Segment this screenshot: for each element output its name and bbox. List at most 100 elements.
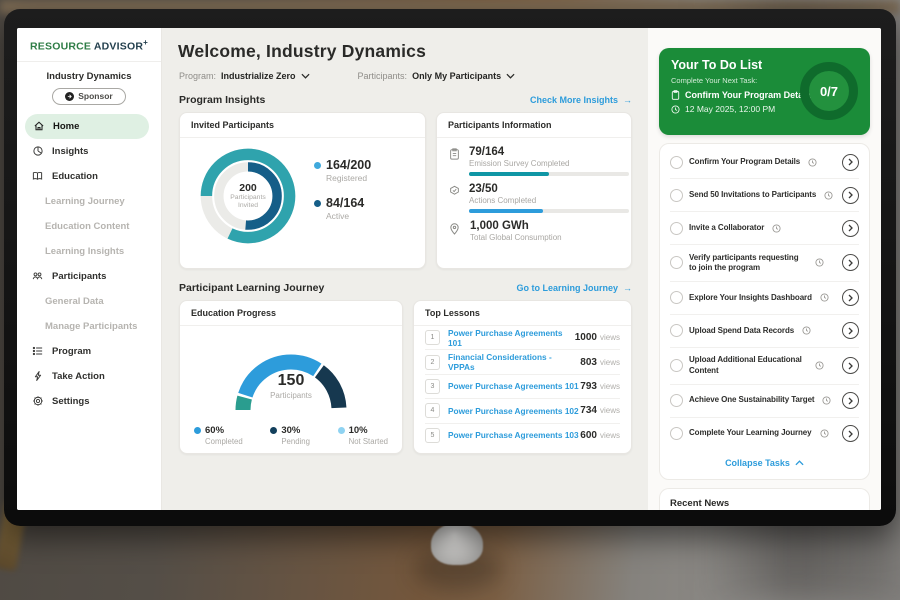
lesson-row: 3 Power Purchase Agreements 101 793 view…	[425, 375, 620, 399]
lesson-row: 1 Power Purchase Agreements 101 1000 vie…	[425, 326, 620, 350]
organization-name: Industry Dynamics	[17, 71, 161, 82]
collapse-tasks-link[interactable]: Collapse Tasks	[670, 450, 859, 477]
lesson-link[interactable]: Power Purchase Agreements 102	[448, 406, 580, 416]
arrow-right-icon: →	[623, 95, 632, 105]
sponsor-icon	[65, 92, 74, 101]
brand-header: RESOURCE ADVISOR+	[17, 28, 161, 62]
legend-dot-active	[314, 200, 321, 207]
lesson-row: 2 Financial Considerations - VPPAs 803 v…	[425, 350, 620, 374]
task-checkbox[interactable]	[670, 427, 683, 440]
page-title: Welcome, Industry Dynamics	[178, 41, 648, 62]
task-row: Explore Your Insights Dashboard	[670, 282, 859, 315]
task-checkbox[interactable]	[670, 156, 683, 169]
lesson-link[interactable]: Power Purchase Agreements 103	[448, 430, 580, 440]
task-row: Upload Spend Data Records	[670, 315, 859, 348]
recent-news-title: Recent News	[670, 498, 859, 510]
task-open-button[interactable]	[842, 220, 859, 237]
task-checkbox[interactable]	[670, 291, 683, 304]
clock-icon	[802, 326, 811, 335]
go-to-learning-journey-link[interactable]: Go to Learning Journey →	[516, 283, 632, 293]
legend-dot-registered	[314, 162, 321, 169]
donut-legend: 164/200 Registered 84/164 Active	[314, 158, 371, 234]
clock-icon	[815, 361, 824, 370]
task-row: Invite a Collaborator	[670, 212, 859, 245]
take-action-icon	[31, 370, 44, 382]
lesson-link[interactable]: Financial Considerations - VPPAs	[448, 352, 580, 372]
survey-icon	[449, 146, 460, 176]
chevron-down-icon	[301, 73, 310, 79]
task-open-button[interactable]	[842, 154, 859, 171]
task-open-button[interactable]	[842, 357, 859, 374]
gauge-center-label: Participants	[216, 391, 366, 400]
sidebar-item-education-content[interactable]: Education Content	[17, 214, 161, 239]
program-filter[interactable]: Program: Industrialize Zero	[179, 71, 310, 81]
task-checkbox[interactable]	[670, 324, 683, 337]
lesson-link[interactable]: Power Purchase Agreements 101	[448, 328, 575, 348]
lesson-row: 4 Power Purchase Agreements 102 734 view…	[425, 399, 620, 423]
sidebar-item-learning-insights[interactable]: Learning Insights	[17, 239, 161, 264]
learning-cards-row: Education Progress 150 Participants 60%	[179, 300, 632, 454]
sidebar-item-insights[interactable]: Insights	[17, 139, 161, 164]
legend-dot-not-started	[338, 427, 345, 434]
task-checkbox[interactable]	[670, 394, 683, 407]
sidebar-item-program[interactable]: Program	[17, 339, 161, 364]
sidebar-item-home[interactable]: Home	[25, 114, 149, 139]
chevron-up-icon	[795, 460, 804, 466]
task-open-button[interactable]	[842, 187, 859, 204]
clock-icon	[808, 158, 817, 167]
program-insights-header: Program Insights Check More Insights →	[179, 94, 632, 106]
task-checkbox[interactable]	[670, 256, 683, 269]
invited-participants-donut-chart: 200 Participants Invited	[196, 144, 300, 248]
clock-icon	[671, 105, 680, 114]
donut-center-value: 200	[239, 182, 257, 194]
education-progress-gauge-chart: 150 Participants	[216, 338, 366, 418]
education-progress-card: Education Progress 150 Participants 60%	[179, 300, 403, 454]
actions-completed-progress	[469, 209, 543, 213]
sidebar-item-take-action[interactable]: Take Action	[17, 364, 161, 389]
task-open-button[interactable]	[842, 289, 859, 306]
task-checkbox[interactable]	[670, 359, 683, 372]
clock-icon	[822, 396, 831, 405]
sidebar-item-general-data[interactable]: General Data	[17, 289, 161, 314]
program-icon	[31, 345, 44, 357]
lesson-link[interactable]: Power Purchase Agreements 101	[448, 381, 580, 391]
arrow-right-icon: →	[623, 283, 632, 293]
sidebar-item-learning-journey[interactable]: Learning Journey	[17, 189, 161, 214]
home-icon	[32, 120, 45, 132]
task-open-button[interactable]	[842, 322, 859, 339]
participants-icon	[31, 270, 44, 282]
task-checkbox[interactable]	[670, 189, 683, 202]
filter-bar: Program: Industrialize Zero Participants…	[179, 71, 648, 81]
sidebar-item-participants[interactable]: Participants	[17, 264, 161, 289]
global-consumption-row: 1,000 GWh Total Global Consumption	[449, 220, 619, 242]
sidebar-item-education[interactable]: Education	[17, 164, 161, 189]
sidebar-item-manage-participants[interactable]: Manage Participants	[17, 314, 161, 339]
task-open-button[interactable]	[842, 425, 859, 442]
next-task-label: Confirm Your Program Details	[685, 90, 813, 100]
participants-filter[interactable]: Participants: Only My Participants	[358, 71, 516, 81]
learning-journey-header: Participant Learning Journey Go to Learn…	[179, 282, 632, 294]
screen: RESOURCE ADVISOR+ Industry Dynamics Spon…	[17, 28, 881, 510]
todo-progress-count: 0/7	[797, 59, 861, 123]
todo-column: Your To Do List Complete Your Next Task:…	[648, 28, 881, 510]
insights-icon	[31, 145, 44, 157]
actions-icon	[449, 183, 460, 213]
chevron-down-icon	[506, 73, 515, 79]
education-icon	[31, 170, 44, 182]
emission-survey-progress	[469, 172, 549, 176]
task-row: Achieve One Sustainability Target	[670, 385, 859, 418]
gauge-center-value: 150	[216, 372, 366, 390]
sponsor-badge: Sponsor	[52, 88, 126, 105]
sidebar: RESOURCE ADVISOR+ Industry Dynamics Spon…	[17, 28, 162, 510]
clock-icon	[820, 293, 829, 302]
clock-icon	[772, 224, 781, 233]
clock-icon	[820, 429, 829, 438]
donut-center-label: Participants Invited	[225, 194, 271, 211]
task-open-button[interactable]	[842, 254, 859, 271]
task-open-button[interactable]	[842, 392, 859, 409]
main-content: Welcome, Industry Dynamics Program: Indu…	[161, 28, 648, 510]
check-more-insights-link[interactable]: Check More Insights →	[530, 95, 632, 105]
legend-dot-completed	[194, 427, 201, 434]
sidebar-item-settings[interactable]: Settings	[17, 389, 161, 414]
task-checkbox[interactable]	[670, 222, 683, 235]
